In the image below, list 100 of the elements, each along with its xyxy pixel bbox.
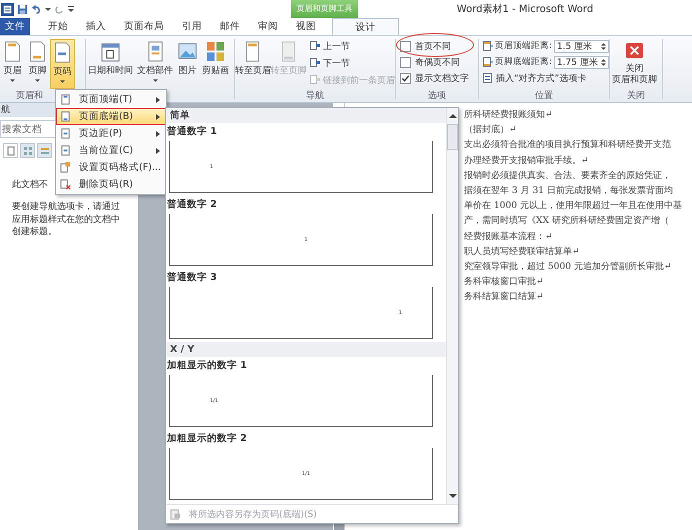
page-icon: [170, 508, 181, 520]
caret-icon: [152, 79, 158, 83]
calendar-icon: [101, 41, 120, 62]
document-line: 办理经费开支报销审批手续。↵: [464, 154, 590, 168]
document-line: （据封底）↵: [464, 124, 518, 138]
group-label: 选项: [427, 90, 447, 102]
page-icon: [6, 146, 16, 156]
menu-item[interactable]: 删除页码(R): [56, 176, 166, 193]
submenu-arrow-icon: [156, 114, 160, 120]
gallery-item-title: 加粗显示的数字 1: [166, 358, 248, 373]
caret-icon: [10, 79, 15, 83]
ribbon-button[interactable]: 页码: [50, 39, 75, 89]
ribbon-button[interactable]: 页脚: [25, 39, 50, 89]
page-icon: [60, 111, 71, 122]
document-line: 报销时必须提供真实、合法、要素齐全的原始凭证，: [464, 170, 672, 183]
gallery-item-title: 普通数字 2: [166, 198, 218, 212]
format-page-icon: [60, 162, 71, 173]
document-line: 务科结算窗口结算↵: [464, 290, 545, 304]
menu-item[interactable]: 当前位置(C): [56, 142, 166, 159]
ribbon-tab[interactable]: 邮件: [212, 18, 248, 35]
picture-icon: [178, 41, 197, 62]
caret-icon: [35, 79, 40, 83]
spin-arrows-icon[interactable]: [600, 42, 606, 50]
ribbon-button[interactable]: 剪贴画: [200, 39, 231, 89]
document-line: 单价在 1000 元以上，使用年限超过一年且在使用中基: [464, 200, 682, 214]
ribbon-tab[interactable]: 引用: [174, 18, 210, 35]
ribbon-button[interactable]: 页眉: [0, 39, 25, 89]
clip-art-icon: [206, 41, 225, 62]
footer-position-icon: [483, 57, 493, 67]
tab-stop-icon: [483, 73, 493, 83]
ribbon-tab[interactable]: 设计: [332, 18, 399, 35]
spin-field[interactable]: 1.5 厘米: [554, 40, 609, 52]
group-label: 页眉和: [16, 90, 43, 102]
gallery-item-title: 普通数字 3: [166, 270, 218, 285]
submenu-arrow-icon: [156, 148, 160, 154]
scrollbar[interactable]: [446, 108, 458, 504]
view-tab[interactable]: [3, 143, 18, 158]
document-line: 支出必须符合批准的项目执行预算和科研经费开支范: [464, 138, 672, 152]
checkbox[interactable]: 奇偶页不同: [400, 55, 460, 69]
section-icon: [310, 58, 320, 68]
ribbon-tab[interactable]: 文件: [0, 18, 30, 35]
close-header-footer-button[interactable]: 关闭 页眉和页脚: [610, 39, 659, 89]
document-line: 所科研经费报账须知↵: [464, 108, 554, 122]
header-position-icon: [483, 41, 493, 51]
customize-toolbar-icon[interactable]: [68, 5, 74, 13]
dropdown-arrow-icon[interactable]: [45, 5, 51, 13]
group-label: 导航: [305, 90, 325, 102]
ribbon-tab[interactable]: 插入: [78, 18, 114, 35]
document-line: 究室领导审批，超过 5000 元追加分管副所长审批↵: [464, 260, 673, 274]
gallery-section-header: 简单: [166, 108, 446, 123]
menu-item[interactable]: 设置页码格式(F)...: [56, 159, 166, 176]
document-line: 产，需同时填写《XX 研究所科研经费固定资产增（: [464, 214, 670, 228]
pane-message: 要创建导航选项卡，请通过应用标题样式在您的文档中创建标题。: [12, 201, 121, 239]
menu-item[interactable]: 页边距(P): [56, 125, 166, 142]
page-icon: [28, 41, 47, 62]
menu-item[interactable]: 页面底端(B): [56, 108, 166, 125]
caret-icon: [60, 80, 65, 84]
gallery-section-header: X / Y: [166, 342, 446, 357]
ribbon-button[interactable]: 日期和时间: [86, 39, 135, 89]
checkbox[interactable]: 首页不同: [400, 39, 451, 53]
ribbon-button[interactable]: 上一节: [310, 39, 395, 53]
page-icon: [60, 145, 71, 156]
section-icon: [310, 41, 320, 51]
thumbnails-icon: [22, 146, 32, 156]
page-icon: [53, 42, 72, 63]
window-title: Word素材1 - Microsoft Word: [456, 2, 594, 16]
checkbox[interactable]: 显示文档文字: [400, 71, 469, 85]
submenu-arrow-icon: [156, 96, 160, 102]
gallery-item-title: 加粗显示的数字 2: [166, 432, 248, 446]
scroll-up-icon[interactable]: [448, 112, 456, 120]
group-label: 位置: [534, 90, 554, 102]
page-icon: [3, 41, 22, 62]
undo-icon[interactable]: [31, 4, 42, 14]
group-label: 关闭: [626, 90, 646, 102]
submenu-arrow-icon: [156, 130, 160, 136]
ribbon-tab[interactable]: 页面布局: [116, 18, 172, 35]
page-icon: [60, 94, 71, 105]
context-tab-header: 页眉和页脚工具: [291, 0, 358, 18]
check-icon: [401, 74, 410, 82]
pane-message: 此文档不: [12, 178, 48, 191]
scroll-down-icon[interactable]: [448, 492, 456, 500]
document-line: 务科审核窗口审批↵: [464, 276, 545, 290]
spin-arrows-icon[interactable]: [600, 58, 606, 66]
ribbon-button[interactable]: 文档部件: [135, 39, 175, 89]
ribbon-tab[interactable]: 审阅: [250, 18, 286, 35]
page-icon: [60, 128, 71, 139]
ribbon-button[interactable]: 转至页眉: [235, 39, 270, 89]
spin-field[interactable]: 1.75 厘米: [554, 56, 609, 68]
field-label: 页眉顶端距离:: [495, 40, 552, 52]
ribbon-button[interactable]: 图片: [175, 39, 200, 89]
section-icon: [310, 75, 320, 85]
document-line: 经费报账基本流程：↵: [464, 230, 554, 244]
ribbon-tab[interactable]: 视图: [288, 18, 324, 35]
ribbon-tab[interactable]: 开始: [40, 18, 76, 35]
scroll-thumb[interactable]: [447, 124, 458, 150]
ribbon-button[interactable]: 插入“对齐方式”选项卡: [483, 71, 586, 85]
word-logo-icon[interactable]: [1, 2, 14, 16]
save-icon[interactable]: [17, 4, 28, 14]
gallery-item-title: 普通数字 1: [166, 124, 218, 139]
ribbon-button[interactable]: 下一节: [310, 56, 395, 70]
